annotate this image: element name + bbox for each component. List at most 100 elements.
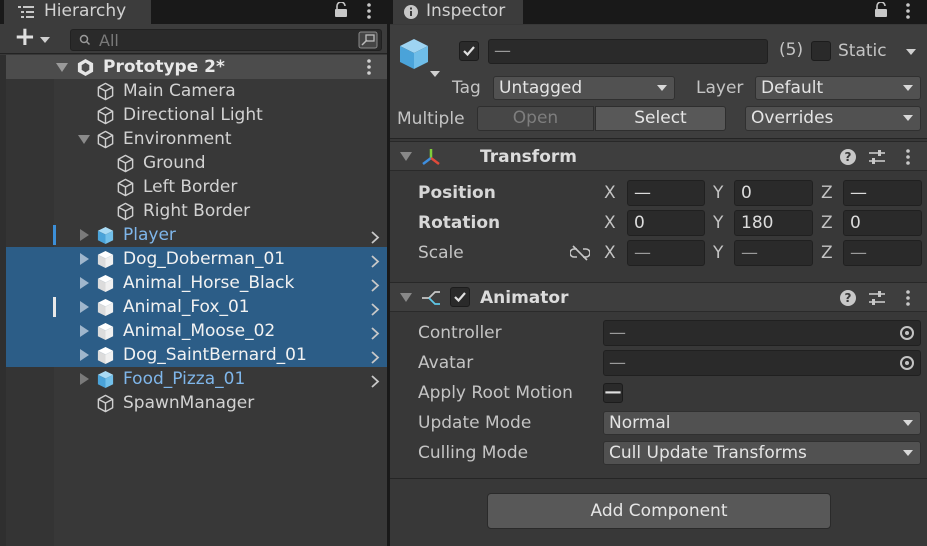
position-y-field[interactable]: 0: [734, 180, 813, 206]
chevron-down-icon: [657, 85, 667, 91]
layer-dropdown[interactable]: Default: [755, 76, 921, 100]
search-icon: [79, 34, 91, 46]
hierarchy-menu-icon[interactable]: [366, 3, 372, 19]
help-icon[interactable]: ?: [840, 149, 856, 165]
expand-arrow-icon[interactable]: [78, 253, 90, 265]
hierarchy-item[interactable]: Animal_Fox_01: [6, 295, 387, 319]
open-prefab-chevron-icon[interactable]: [370, 349, 380, 364]
rotation-y-value: 180: [741, 213, 774, 233]
active-checkbox[interactable]: [459, 41, 479, 61]
expand-arrow-icon[interactable]: [78, 325, 90, 337]
inspector-menu-icon[interactable]: [905, 3, 911, 19]
scale-y-field[interactable]: —: [734, 240, 813, 266]
overrides-dropdown[interactable]: Overrides: [745, 106, 921, 131]
help-icon[interactable]: ?: [840, 290, 856, 306]
hierarchy-item[interactable]: Animal_Moose_02: [6, 319, 387, 343]
transform-header[interactable]: Transform ?: [390, 141, 927, 171]
scene-row[interactable]: Prototype 2*: [6, 55, 387, 79]
scale-z-label: Z: [821, 243, 833, 263]
rotation-x-field[interactable]: 0: [627, 210, 705, 236]
hierarchy-item[interactable]: Main Camera: [6, 79, 387, 103]
name-field[interactable]: —: [488, 39, 768, 64]
tag-dropdown[interactable]: Untagged: [493, 76, 675, 100]
animator-icon: [422, 291, 440, 305]
hierarchy-tab-strip: Hierarchy: [0, 0, 387, 24]
add-component-button[interactable]: Add Component: [487, 493, 831, 529]
apply-root-motion-checkbox[interactable]: —: [603, 383, 623, 403]
scale-z-field[interactable]: —: [843, 240, 922, 266]
open-prefab-chevron-icon[interactable]: [370, 277, 380, 292]
update-mode-dropdown[interactable]: Normal: [603, 411, 921, 435]
hierarchy-item[interactable]: Ground: [6, 151, 387, 175]
presets-icon[interactable]: [868, 290, 886, 306]
avatar-field[interactable]: —: [603, 350, 921, 376]
static-checkbox[interactable]: [811, 41, 831, 61]
open-prefab-label: Open: [512, 108, 559, 128]
prefab-cube-icon[interactable]: [398, 37, 432, 73]
create-dropdown-button[interactable]: +: [12, 23, 54, 51]
hierarchy-item[interactable]: Dog_SaintBernard_01: [6, 343, 387, 367]
object-picker-icon[interactable]: [900, 356, 914, 370]
transform-menu-icon[interactable]: [905, 149, 911, 165]
expand-arrow-icon[interactable]: [78, 373, 90, 385]
inspector-lock-icon[interactable]: [874, 2, 888, 18]
open-prefab-chevron-icon[interactable]: [370, 301, 380, 316]
hierarchy-item[interactable]: Dog_Doberman_01: [6, 247, 387, 271]
expand-arrow-icon[interactable]: [78, 349, 90, 361]
expand-arrow-icon[interactable]: [78, 277, 90, 289]
open-prefab-button[interactable]: Open: [477, 106, 594, 131]
layer-label: Layer: [696, 78, 744, 98]
tab-hierarchy[interactable]: Hierarchy: [4, 0, 151, 24]
controller-field[interactable]: —: [603, 320, 921, 346]
rotation-y-field[interactable]: 180: [734, 210, 813, 236]
hierarchy-item[interactable]: Player: [6, 223, 387, 247]
position-x-label: X: [604, 183, 616, 203]
scale-y-label: Y: [713, 243, 724, 263]
open-prefab-chevron-icon[interactable]: [370, 373, 380, 388]
position-x-field[interactable]: —: [627, 180, 705, 206]
animator-menu-icon[interactable]: [905, 290, 911, 306]
animator-enabled-checkbox[interactable]: [450, 287, 470, 307]
hierarchy-item[interactable]: Environment: [6, 127, 387, 151]
hierarchy-item-label: Main Camera: [123, 81, 236, 101]
fold-arrow-icon[interactable]: [56, 61, 68, 73]
expand-arrow-icon[interactable]: [78, 301, 90, 313]
hierarchy-item[interactable]: Left Border: [6, 175, 387, 199]
open-prefab-chevron-icon[interactable]: [370, 253, 380, 268]
hierarchy-item[interactable]: Food_Pizza_01: [6, 367, 387, 391]
culling-mode-label: Culling Mode: [418, 443, 529, 463]
expand-arrow-icon[interactable]: [78, 229, 90, 241]
object-picker-icon[interactable]: [900, 326, 914, 340]
search-field[interactable]: All: [70, 29, 382, 51]
culling-mode-dropdown[interactable]: Cull Update Transforms: [603, 441, 921, 465]
scene-menu-icon[interactable]: [366, 59, 372, 75]
fold-arrow-icon[interactable]: [78, 133, 90, 145]
icon-dropdown-arrow-icon[interactable]: [430, 71, 440, 77]
presets-icon[interactable]: [868, 149, 886, 165]
position-z-field[interactable]: —: [843, 180, 922, 206]
rotation-z-field[interactable]: 0: [843, 210, 922, 236]
avatar-label: Avatar: [418, 353, 474, 373]
open-prefab-chevron-icon[interactable]: [370, 229, 380, 244]
animator-header[interactable]: Animator ?: [390, 282, 927, 312]
hierarchy-tree: Prototype 2* Main Camera Directional Ligh…: [0, 55, 387, 546]
hierarchy-item[interactable]: SpawnManager: [6, 391, 387, 415]
animator-fold-icon[interactable]: [400, 293, 412, 302]
gameobject-cube-icon: [116, 178, 135, 197]
select-prefab-button[interactable]: Select: [595, 106, 726, 131]
add-component-label: Add Component: [590, 501, 728, 521]
hierarchy-item[interactable]: Directional Light: [6, 103, 387, 127]
search-filter-icon[interactable]: [358, 31, 378, 49]
tab-inspector[interactable]: Inspector: [393, 0, 523, 24]
static-dropdown-arrow-icon[interactable]: [906, 49, 916, 55]
hierarchy-item[interactable]: Right Border: [6, 199, 387, 223]
layer-value: Default: [761, 78, 824, 98]
gameobject-cube-icon: [96, 106, 115, 125]
transform-fold-icon[interactable]: [400, 152, 412, 161]
hierarchy-item[interactable]: Animal_Horse_Black: [6, 271, 387, 295]
rotation-z-label: Z: [821, 213, 833, 233]
open-prefab-chevron-icon[interactable]: [370, 325, 380, 340]
lock-icon[interactable]: [334, 2, 348, 18]
unlinked-scale-icon[interactable]: [570, 244, 590, 262]
scale-x-field[interactable]: —: [627, 240, 705, 266]
